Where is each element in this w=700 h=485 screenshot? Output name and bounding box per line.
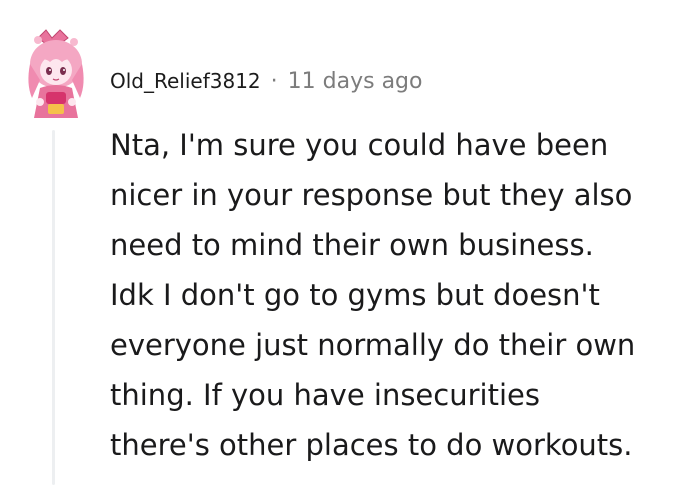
comment-body-line: there's other places to do workouts. xyxy=(110,428,633,462)
comment-meta: Old_Relief3812 · 11 days ago xyxy=(110,64,422,98)
comment: Old_Relief3812 · 11 days ago Nta, I'm su… xyxy=(0,0,700,485)
comment-body-line: Idk I don't go to gyms but doesn't xyxy=(110,278,600,312)
comment-body-line: Nta, I'm sure you could have been xyxy=(110,128,609,162)
username-link[interactable]: Old_Relief3812 xyxy=(110,69,261,93)
comment-body-line: need to mind their own business. xyxy=(110,228,594,262)
anime-girl-avatar-icon xyxy=(28,29,84,118)
user-avatar[interactable] xyxy=(16,28,96,122)
comment-body: Nta, I'm sure you could have been nicer … xyxy=(110,120,695,470)
timestamp-link[interactable]: 11 days ago xyxy=(288,69,423,94)
comment-body-line: thing. If you have insecurities xyxy=(110,378,540,412)
comment-body-line: everyone just normally do their own xyxy=(110,328,636,362)
thread-line[interactable] xyxy=(52,130,55,485)
meta-separator: · xyxy=(270,68,278,94)
comment-body-line: nicer in your response but they also xyxy=(110,178,633,212)
